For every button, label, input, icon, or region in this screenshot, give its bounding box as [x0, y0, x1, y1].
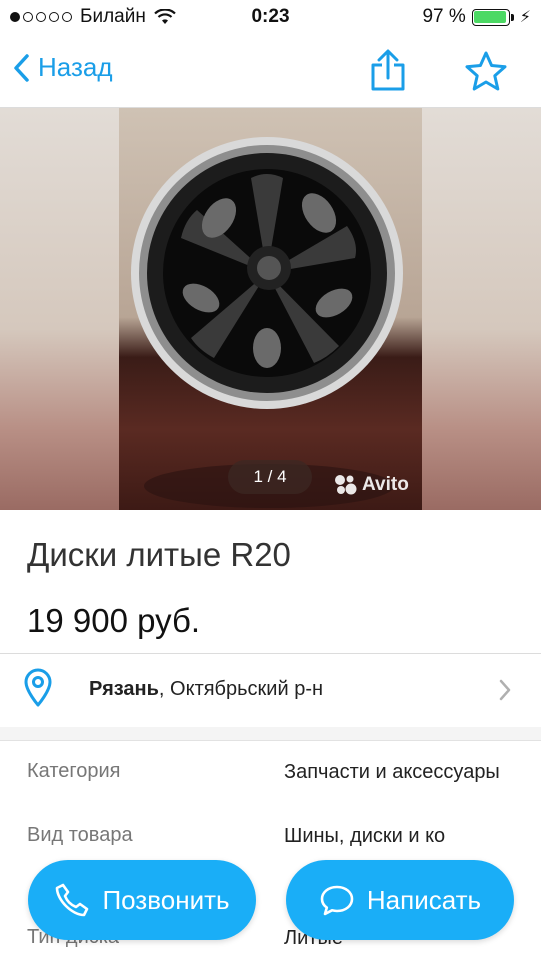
charging-icon: ⚡	[519, 9, 531, 26]
share-icon	[371, 49, 405, 91]
section-separator	[0, 727, 541, 741]
battery-icon	[471, 8, 514, 26]
write-button[interactable]: Написать	[286, 860, 514, 940]
photo-blur-right	[421, 108, 541, 510]
avito-watermark: Avito	[334, 474, 409, 496]
battery-fill	[474, 11, 507, 23]
param-label: Вид товара	[27, 824, 133, 846]
listing-title: Диски литые R20	[27, 536, 291, 573]
call-label: Позвонить	[102, 884, 230, 915]
call-button[interactable]: Позвонить	[28, 860, 256, 940]
location-pin-icon	[24, 668, 52, 707]
location-district: , Октябрьский р-н	[158, 678, 324, 700]
param-value: Запчасти и аксессуары	[284, 761, 500, 783]
back-button[interactable]: Назад	[12, 52, 113, 83]
chevron-left-icon	[14, 53, 29, 82]
listing-price: 19 900 руб.	[27, 602, 201, 639]
chevron-right-icon	[499, 679, 511, 701]
phone-icon	[56, 883, 89, 917]
battery-percent: 97 %	[422, 6, 466, 27]
status-bar: Билайн 0:23 97 % ⚡	[0, 0, 541, 36]
param-value: Шины, диски и ко	[284, 825, 446, 847]
photo-gallery[interactable]: 1 / 4 Avito	[0, 108, 541, 510]
write-label: Написать	[366, 884, 482, 915]
watermark-text: Avito	[362, 474, 409, 495]
back-label: Назад	[38, 52, 113, 82]
location-row[interactable]: Рязань, Октябрьский р-н	[0, 654, 541, 726]
listing-photo[interactable]	[119, 108, 422, 510]
photo-counter: 1 / 4	[228, 460, 312, 494]
param-label: Категория	[27, 760, 121, 782]
nav-bar: Назад	[0, 36, 541, 108]
star-icon	[465, 51, 507, 91]
photo-blur-left	[0, 108, 120, 510]
avito-logo-icon	[335, 475, 357, 495]
wheel-image	[131, 137, 403, 508]
favorite-button[interactable]	[464, 50, 508, 97]
status-right: 97 % ⚡	[422, 6, 531, 28]
location-text: Рязань, Октябрьский р-н	[89, 678, 323, 701]
chat-bubble-icon	[320, 885, 354, 916]
location-city: Рязань	[89, 678, 159, 700]
share-button[interactable]	[368, 48, 408, 97]
